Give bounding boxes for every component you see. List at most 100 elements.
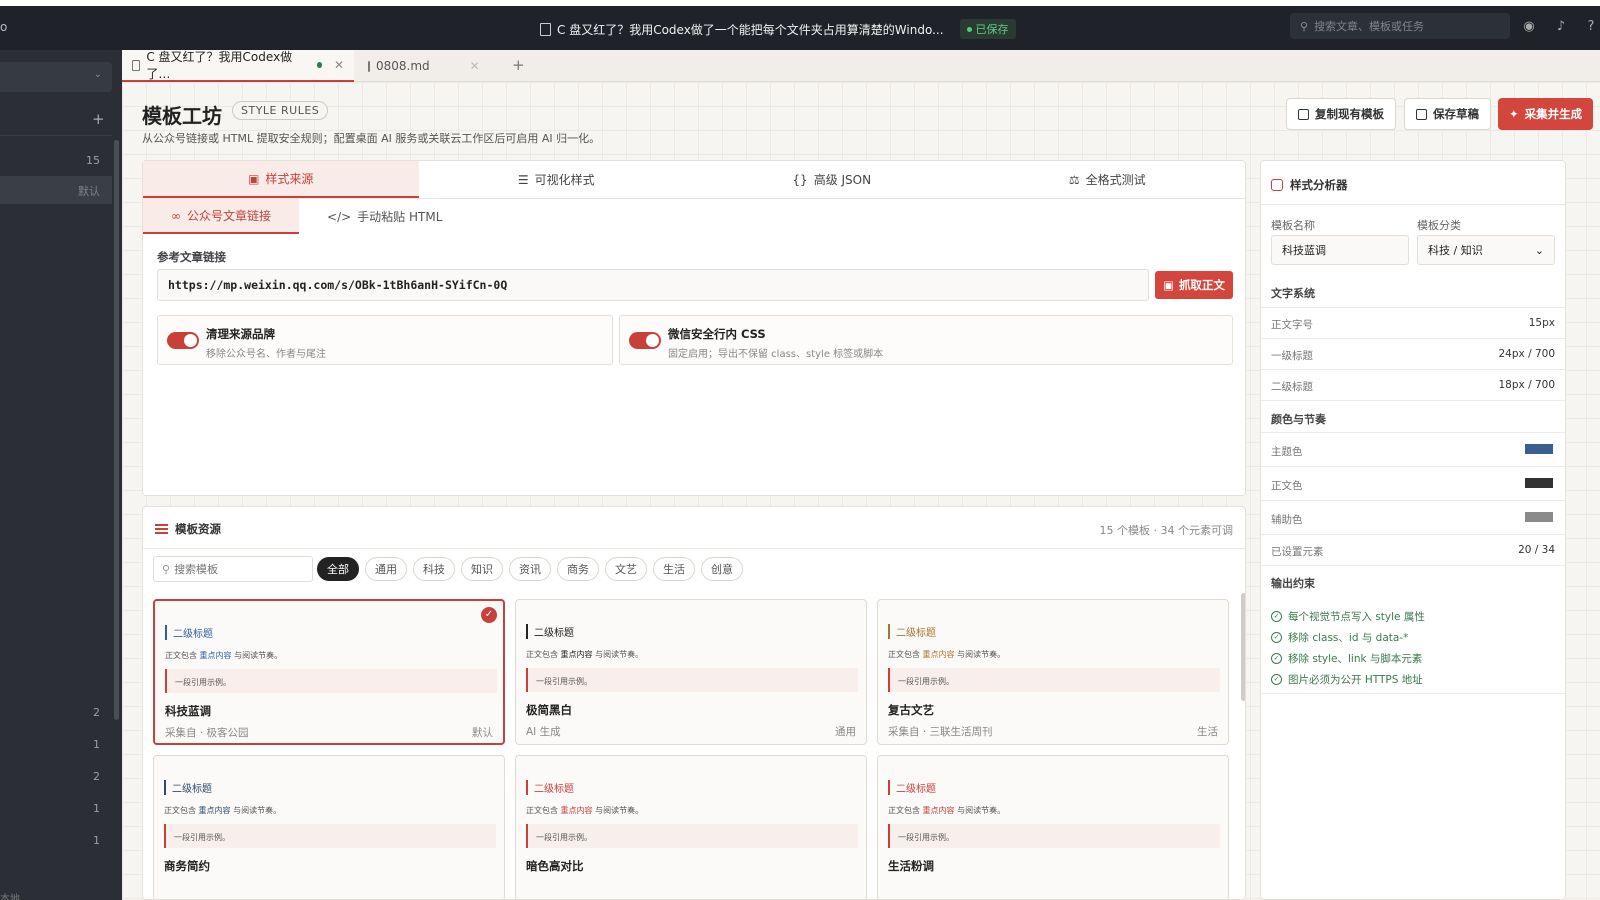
file-tab[interactable]: 0808.md ✕ [358, 50, 488, 82]
tab-visual-style[interactable]: ☰ 可视化样式 [419, 161, 695, 198]
chip-life[interactable]: 生活 [653, 557, 695, 581]
chip-tech[interactable]: 科技 [413, 557, 455, 581]
fetch-content-button[interactable]: ▣ 抓取正文 [1155, 271, 1233, 299]
style-source-panel: ▣ 样式来源 ☰ 可视化样式 {} 高级 JSON ⚖ 全格式测试 ∞ 公众号文… [142, 160, 1246, 496]
resources-title: 模板资源 [155, 521, 221, 537]
tab-advanced-json[interactable]: {} 高级 JSON [694, 161, 970, 198]
saved-status-badge: 已保存 [959, 19, 1016, 39]
tab-style-source[interactable]: ▣ 样式来源 [143, 161, 419, 198]
row-key: 二级标题 [1271, 381, 1313, 393]
toggle-card-inline-css: 微信安全行内 CSS 固定启用；导出不保留 class、style 标签或脚本 [619, 315, 1233, 365]
template-tag: 通用 [835, 726, 856, 738]
global-search[interactable]: ⚲ [1290, 13, 1510, 39]
preview-paragraph: 正文包含 重点内容 与阅读节奏。 [165, 651, 283, 660]
row-key: 主题色 [1271, 446, 1303, 458]
row-value: 18px / 700 [1498, 379, 1556, 391]
analyzer-header: 样式分析器 [1271, 177, 1348, 193]
chip-arts[interactable]: 文艺 [605, 557, 647, 581]
preview-heading: 二级标题 [526, 780, 574, 795]
chip-business[interactable]: 商务 [557, 557, 599, 581]
color-rhythm-label: 颜色与节奏 [1271, 413, 1326, 426]
preview-quote: 一段引用示例。 [165, 669, 497, 693]
bell-icon[interactable]: ♪ [1554, 20, 1568, 34]
tab-format-test[interactable]: ⚖ 全格式测试 [970, 161, 1246, 198]
add-icon[interactable]: + [92, 110, 105, 128]
preview-quote: 一段引用示例。 [526, 824, 858, 848]
close-icon[interactable]: ✕ [470, 59, 480, 73]
article-url-input[interactable] [157, 269, 1149, 301]
tab-label: 高级 JSON [813, 173, 872, 187]
template-card[interactable]: 二级标题 正文包含 重点内容 与阅读节奏。 一段引用示例。 暗色高对比 [515, 755, 867, 899]
row-key: 一级标题 [1271, 350, 1313, 362]
preview-heading: 二级标题 [526, 624, 574, 639]
sidebar-item-count: 2 [93, 770, 100, 783]
copy-template-button[interactable]: 复制现有模板 [1286, 98, 1396, 130]
chip-general[interactable]: 通用 [365, 557, 407, 581]
constraint-text: 每个视觉节点写入 style 属性 [1288, 611, 1425, 623]
template-card[interactable]: 二级标题 正文包含 重点内容 与阅读节奏。 一段引用示例。 复古文艺 采集自 · 三联生… [877, 599, 1229, 745]
check-circle-icon: ✓ [1271, 674, 1282, 685]
inline-css-toggle[interactable] [629, 332, 661, 349]
help-icon[interactable]: ? [1584, 20, 1598, 34]
sidebar-item-count: 1 [93, 802, 100, 815]
clean-brand-toggle[interactable] [167, 332, 199, 349]
constraint-item: ✓ 移除 class、id 与 data-* [1271, 630, 1408, 645]
subtab-paste-html[interactable]: </> 手动粘贴 HTML [299, 199, 470, 234]
row-key: 已设置元素 [1271, 546, 1324, 558]
chip-news[interactable]: 资讯 [509, 557, 551, 581]
app-menu-glyph[interactable]: o [0, 20, 7, 34]
template-category-select[interactable]: 科技 / 知识 ⌄ [1417, 235, 1555, 265]
color-swatch[interactable] [1525, 478, 1553, 488]
chip-creative[interactable]: 创意 [701, 557, 743, 581]
sliders-icon: ☰ [517, 172, 529, 187]
check-circle-icon: ✓ [1271, 611, 1282, 622]
save-draft-button[interactable]: 保存草稿 [1404, 98, 1491, 130]
chevron-down-icon: ⌄ [93, 69, 102, 80]
workspace-selector[interactable]: ⌄ [0, 62, 112, 92]
sidebar-footer: 本地 [0, 894, 20, 900]
analyzer-end-divider [1261, 693, 1565, 724]
palette-icon[interactable]: ◉ [1522, 20, 1536, 34]
preview-paragraph: 正文包含 重点内容 与阅读节奏。 [526, 806, 644, 815]
resources-header: 模板资源 15 个模板 · 34 个元素可调 [143, 507, 1245, 549]
search-icon: ⚲ [162, 562, 171, 576]
preview-paragraph: 正文包含 重点内容 与阅读节奏。 [888, 806, 1006, 815]
file-tab-active[interactable]: C 盘又红了？我用Codex做了… ✕ [122, 50, 354, 82]
template-card[interactable]: 二级标题 正文包含 重点内容 与阅读节奏。 一段引用示例。 生活粉调 [877, 755, 1229, 899]
preview-heading: 二级标题 [888, 780, 936, 795]
color-row: 主题色 [1261, 432, 1565, 466]
chip-knowledge[interactable]: 知识 [461, 557, 503, 581]
global-search-input[interactable] [1314, 19, 1495, 33]
saved-status-text: 已保存 [975, 23, 1009, 36]
page-title: 模板工坊 [142, 104, 222, 128]
scan-icon: ▣ [248, 171, 260, 186]
file-tab-bar: C 盘又红了？我用Codex做了… ✕ 0808.md ✕ + [122, 50, 1600, 82]
color-swatch[interactable] [1525, 512, 1553, 522]
text-row: 正文字号 15px [1261, 307, 1565, 338]
template-search[interactable]: ⚲ [153, 556, 313, 582]
template-card[interactable]: 二级标题 正文包含 重点内容 与阅读节奏。 一段引用示例。 商务简约 [153, 755, 505, 899]
sidebar-item-count: 2 [93, 706, 100, 719]
sidebar-item-default[interactable]: 默认 [0, 176, 112, 204]
new-tab-icon[interactable]: + [512, 56, 525, 74]
collect-generate-button[interactable]: ✦ 采集并生成 [1498, 98, 1594, 130]
sidebar-divider [0, 135, 112, 136]
code-icon: </> [327, 209, 352, 224]
template-search-input[interactable] [174, 562, 305, 576]
color-swatch[interactable] [1525, 444, 1553, 454]
template-card[interactable]: 二级标题 正文包含 重点内容 与阅读节奏。 一段引用示例。 极简黑白 AI 生成 通用 [515, 599, 867, 745]
template-card[interactable]: 二级标题 正文包含 重点内容 与阅读节奏。 一段引用示例。 科技蓝调 采集自 · 极客公… [153, 599, 505, 745]
analyzer-title: 样式分析器 [1290, 178, 1348, 192]
chip-all[interactable]: 全部 [317, 557, 359, 581]
sidebar-scrollbar[interactable] [114, 140, 119, 720]
constraint-item: ✓ 移除 style、link 与脚本元素 [1271, 651, 1422, 666]
close-icon[interactable]: ✕ [334, 58, 344, 72]
preview-paragraph: 正文包含 重点内容 与阅读节奏。 [888, 650, 1006, 659]
subtab-article-link[interactable]: ∞ 公众号文章链接 [143, 199, 300, 234]
list-icon [155, 524, 168, 534]
resources-scrollbar[interactable] [1241, 593, 1245, 701]
row-key: 正文色 [1271, 480, 1303, 492]
fetch-content-label: 抓取正文 [1178, 278, 1225, 292]
copy-icon [1298, 108, 1309, 120]
template-name-field[interactable]: 科技蓝调 [1271, 235, 1409, 265]
